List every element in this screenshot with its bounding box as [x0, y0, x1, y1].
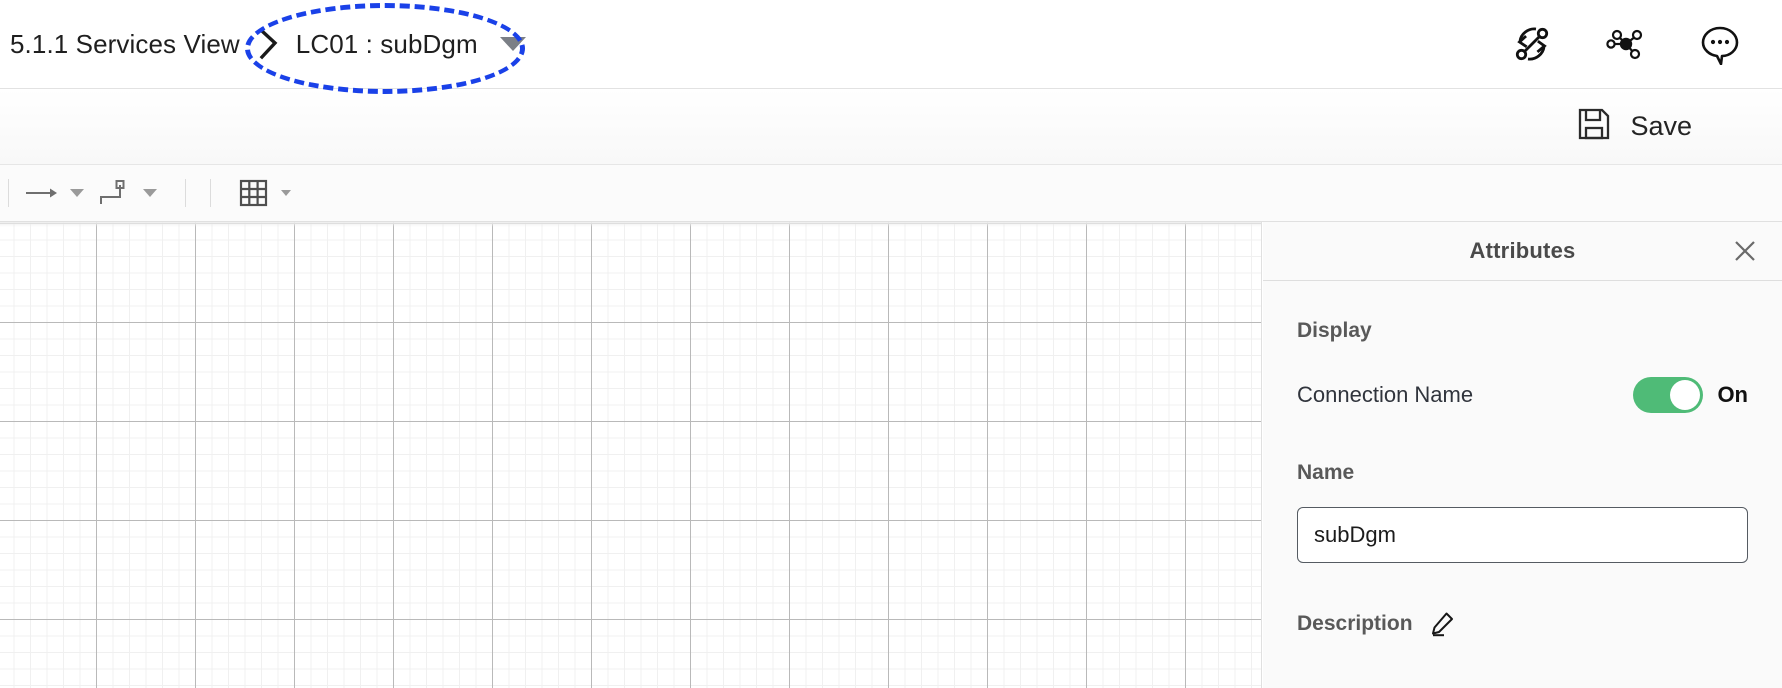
display-section-title: Display: [1297, 319, 1372, 342]
orthogonal-connector-tool[interactable]: [90, 178, 163, 208]
connection-swap-icon[interactable]: [1510, 22, 1554, 66]
chevron-down-icon[interactable]: [499, 37, 526, 51]
toolbar-divider: [185, 179, 186, 207]
connection-name-label: Connection Name: [1297, 382, 1474, 407]
connection-name-toggle-state: On: [1717, 382, 1748, 407]
straight-connector-tool[interactable]: [17, 178, 90, 208]
straight-arrow-icon: [23, 178, 61, 208]
attributes-panel-title: Attributes: [1469, 238, 1576, 263]
services-view-window: 5.1.1 Services View LC01 : subDgm Save A…: [0, 0, 1782, 688]
diagram-canvas[interactable]: [0, 222, 1262, 688]
description-row: Description: [1297, 611, 1748, 637]
name-input[interactable]: [1297, 507, 1748, 563]
toggle-knob: [1670, 380, 1701, 410]
connection-name-toggle[interactable]: [1633, 377, 1704, 413]
attributes-panel-body: Display Connection Name On Name Descript…: [1263, 281, 1782, 637]
close-icon[interactable]: [1730, 236, 1760, 266]
breadcrumb-root[interactable]: 5.1.1 Services View: [10, 29, 240, 60]
description-field-label: Description: [1297, 612, 1413, 635]
connection-name-row: Connection Name On: [1297, 377, 1748, 413]
elbow-connector-icon: [96, 178, 134, 208]
chevron-down-icon[interactable]: [143, 189, 157, 197]
attributes-panel: Attributes Display Connection Name On Na…: [1263, 222, 1782, 688]
breadcrumb-bar: 5.1.1 Services View LC01 : subDgm: [0, 0, 1782, 89]
molecule-node-icon[interactable]: [1604, 22, 1648, 66]
name-field-label: Name: [1297, 461, 1355, 484]
toolbar-divider: [210, 179, 211, 207]
floppy-disk-icon: [1576, 106, 1612, 147]
breadcrumb-current-item[interactable]: LC01 : subDgm: [296, 29, 478, 60]
save-button[interactable]: Save: [1576, 106, 1692, 147]
branch-chevron-icon: [254, 27, 284, 61]
topbar-action-group: [1510, 22, 1742, 66]
canvas-top-shadow: [0, 222, 1261, 227]
pencil-icon[interactable]: [1429, 611, 1455, 637]
save-button-label: Save: [1630, 111, 1692, 141]
toolbar-divider: [8, 179, 9, 207]
diagram-toolbar: [0, 165, 1782, 222]
grid-table-icon: [235, 178, 273, 208]
chat-bubble-dots-icon[interactable]: [1698, 22, 1742, 66]
save-bar: Save: [0, 89, 1782, 165]
grid-tool[interactable]: [229, 178, 297, 208]
chevron-down-icon[interactable]: [281, 190, 291, 196]
chevron-down-icon[interactable]: [70, 189, 84, 197]
attributes-panel-header: Attributes: [1263, 222, 1782, 281]
